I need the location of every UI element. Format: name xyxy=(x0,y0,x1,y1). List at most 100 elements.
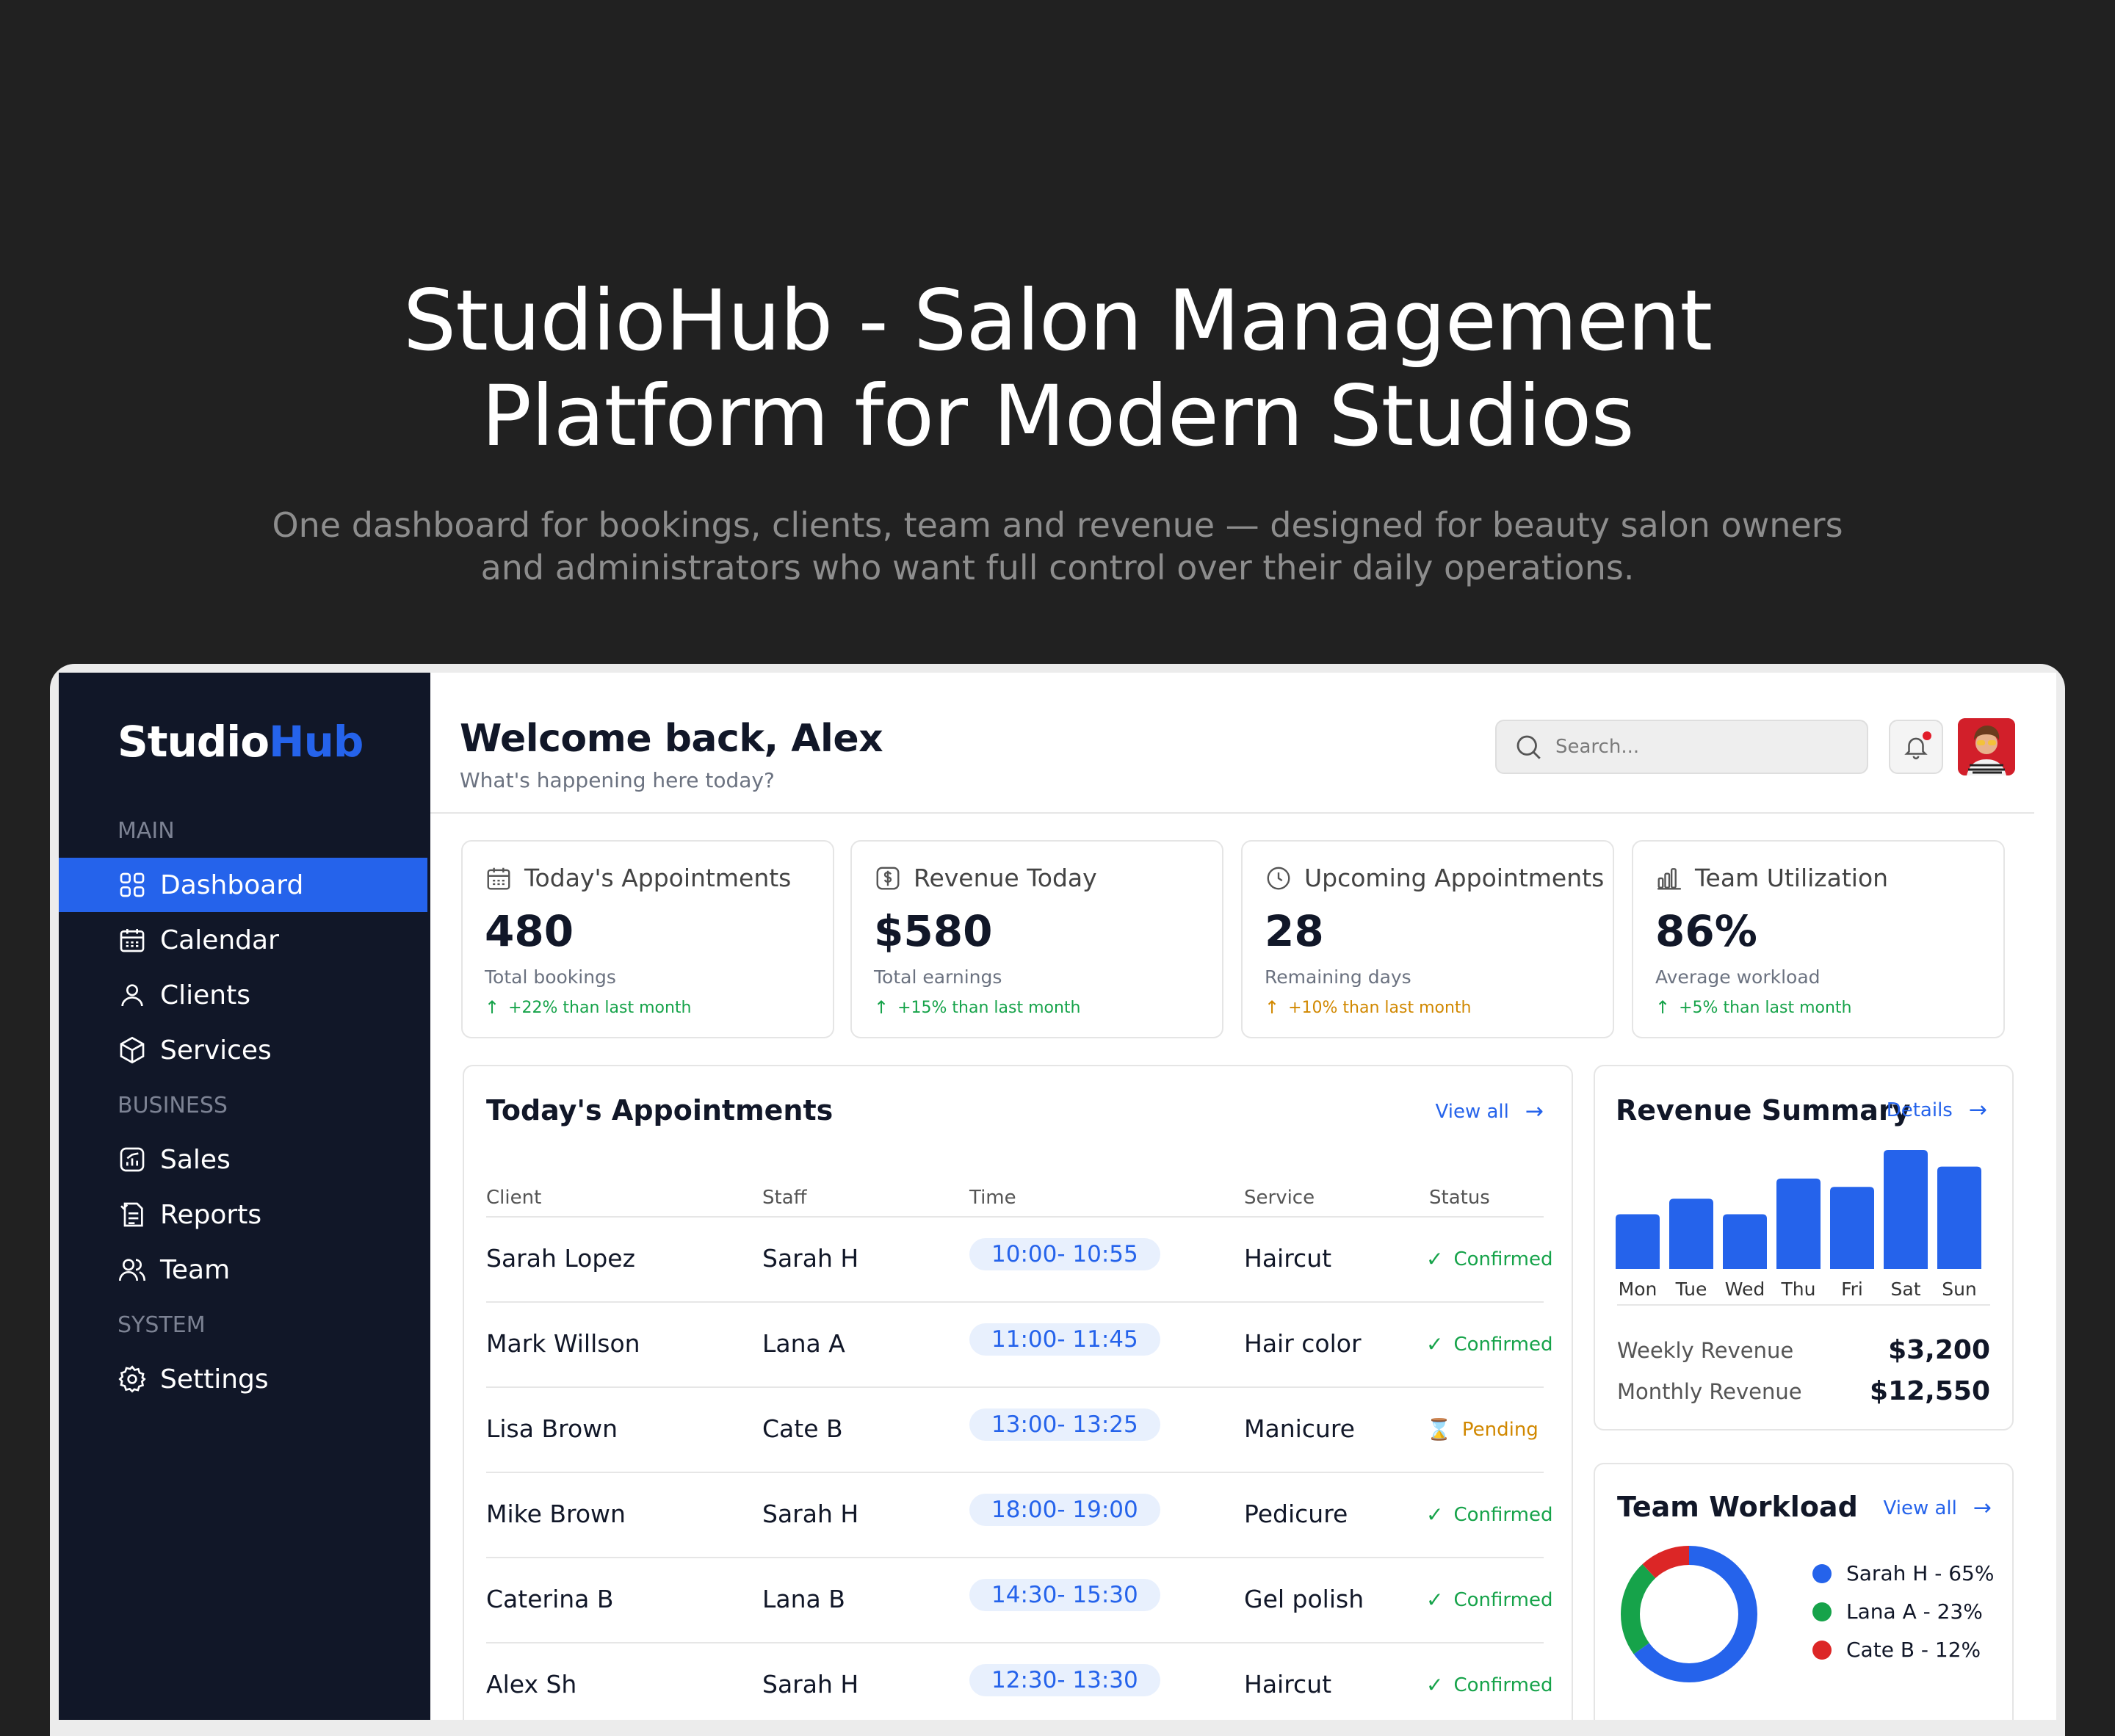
monthly-revenue-row: Monthly Revenue $12,550 xyxy=(1617,1376,1990,1406)
table-row[interactable]: Lisa Brown Cate B 13:00- 13:25 Manicure … xyxy=(486,1386,1544,1473)
hourglass-icon: ⌛ xyxy=(1426,1417,1452,1442)
client-cell: Sarah Lopez xyxy=(486,1244,635,1273)
service-cell: Haircut xyxy=(1244,1244,1332,1273)
stat-label: Remaining days xyxy=(1265,966,1411,988)
stat-value: 28 xyxy=(1265,906,1324,956)
status-badge: ✓ Confirmed xyxy=(1426,1502,1552,1527)
logo-part1: Studio xyxy=(118,717,270,767)
column-header-service: Service xyxy=(1244,1187,1315,1209)
staff-cell: Lana A xyxy=(762,1329,845,1358)
table-row[interactable]: Alex Sh Sarah H 12:30- 13:30 Haircut ✓ Co… xyxy=(486,1642,1552,1720)
bar-thu xyxy=(1776,1178,1821,1269)
legend-label: Lana A - 23% xyxy=(1846,1599,1983,1624)
sidebar-item-label: Clients xyxy=(160,980,250,1010)
arrow-right-icon: → xyxy=(1968,1097,1987,1123)
staff-cell: Cate B xyxy=(762,1414,843,1443)
arrow-up-icon: ↑ xyxy=(874,997,889,1018)
table-row[interactable]: Mike Brown Sarah H 18:00- 19:00 Pedicure… xyxy=(486,1472,1552,1558)
sidebar-item-settings[interactable]: Settings xyxy=(59,1352,427,1406)
stat-value: $580 xyxy=(874,906,993,956)
box-icon xyxy=(118,1035,147,1065)
tick-label-tue: Tue xyxy=(1675,1279,1707,1300)
arrow-right-icon: → xyxy=(1525,1099,1544,1124)
page-title: Welcome back, Alex xyxy=(460,717,883,761)
check-icon: ✓ xyxy=(1426,1673,1444,1697)
sidebar-item-sales[interactable]: Sales xyxy=(59,1132,427,1187)
user-icon xyxy=(118,980,147,1010)
stat-delta-text: +15% than last month xyxy=(897,998,1081,1017)
stat-card-upcoming: Upcoming Appointments 28 Remaining days … xyxy=(1241,840,1614,1038)
column-header-time: Time xyxy=(969,1187,1016,1209)
appointments-title: Today's Appointments xyxy=(486,1094,834,1126)
avatar[interactable] xyxy=(1958,718,2015,775)
legend-label: Cate B - 12% xyxy=(1846,1638,1981,1662)
view-all-label: View all xyxy=(1883,1497,1957,1519)
staff-cell: Lana B xyxy=(762,1585,845,1613)
time-pill: 14:30- 15:30 xyxy=(969,1579,1160,1611)
client-cell: Mark Willson xyxy=(486,1329,640,1358)
legend-item-lana: Lana A - 23% xyxy=(1812,1599,1983,1624)
table-row[interactable]: Caterina B Lana B 14:30- 15:30 Gel polis… xyxy=(486,1557,1552,1643)
stat-delta-text: +10% than last month xyxy=(1288,998,1472,1017)
table-row[interactable]: Mark Willson Lana A 11:00- 11:45 Hair co… xyxy=(486,1301,1552,1388)
monthly-revenue-value: $12,550 xyxy=(1870,1376,1990,1406)
service-cell: Gel polish xyxy=(1244,1585,1364,1613)
logo[interactable]: StudioHub xyxy=(118,717,364,767)
stat-delta: ↑ +22% than last month xyxy=(485,997,692,1018)
sidebar-item-calendar[interactable]: Calendar xyxy=(59,913,427,967)
sidebar-item-dashboard[interactable]: Dashboard xyxy=(59,858,427,912)
calendar-icon xyxy=(118,925,147,955)
client-cell: Lisa Brown xyxy=(486,1414,618,1443)
sidebar-item-label: Sales xyxy=(160,1144,231,1175)
column-header-status: Status xyxy=(1429,1187,1490,1209)
clock-icon xyxy=(1267,867,1290,889)
search-icon xyxy=(1516,735,1541,759)
legend-item-cate: Cate B - 12% xyxy=(1812,1638,1981,1662)
stat-card-revenue: Revenue Today $580 Total earnings ↑ +15% … xyxy=(850,840,1223,1038)
service-cell: Haircut xyxy=(1244,1670,1332,1699)
sidebar: StudioHub MAIN Dashboard Calendar Client… xyxy=(59,673,430,1720)
logo-part2: Hub xyxy=(269,717,364,767)
status-badge: ⌛ Pending xyxy=(1426,1417,1539,1442)
status-text: Confirmed xyxy=(1453,1588,1553,1611)
revenue-details-link[interactable]: Details → xyxy=(1887,1097,1987,1123)
search-input[interactable] xyxy=(1554,735,1836,759)
bar-fri xyxy=(1830,1187,1874,1269)
workload-donut-chart xyxy=(1621,1546,1757,1682)
bar-tue xyxy=(1669,1198,1713,1269)
table-header: Client Staff Time Service Status xyxy=(486,1187,1544,1218)
notification-dot xyxy=(1923,731,1931,740)
staff-cell: Sarah H xyxy=(762,1244,859,1273)
search-box[interactable] xyxy=(1495,720,1868,774)
sidebar-item-team[interactable]: Team xyxy=(59,1243,427,1297)
tick-label-mon: Mon xyxy=(1619,1279,1657,1300)
weekly-revenue-row: Weekly Revenue $3,200 xyxy=(1617,1335,1990,1365)
sidebar-item-clients[interactable]: Clients xyxy=(59,968,427,1022)
stat-value: 86% xyxy=(1655,906,1757,956)
hero-subtitle-line2: and administrators who want full control… xyxy=(480,548,1635,587)
status-text: Confirmed xyxy=(1453,1503,1553,1526)
notifications-button[interactable] xyxy=(1889,720,1943,774)
check-icon: ✓ xyxy=(1426,1588,1444,1612)
hero-title-line1: StudioHub - Salon Management xyxy=(402,272,1713,369)
header-divider xyxy=(430,812,2034,814)
time-pill: 11:00- 11:45 xyxy=(969,1323,1160,1356)
view-all-appointments-link[interactable]: View all → xyxy=(1436,1099,1544,1124)
service-cell: Manicure xyxy=(1244,1414,1355,1443)
bar-mon xyxy=(1616,1214,1660,1269)
stat-title: Today's Appointments xyxy=(524,864,792,892)
stat-label: Total bookings xyxy=(485,966,616,988)
tick-label-wed: Wed xyxy=(1725,1279,1765,1300)
sidebar-item-reports[interactable]: Reports xyxy=(59,1187,427,1242)
bar-wed xyxy=(1723,1214,1767,1269)
details-label: Details xyxy=(1886,1099,1953,1121)
table-row[interactable]: Sarah Lopez Sarah H 10:00- 10:55 Haircut… xyxy=(486,1216,1552,1303)
view-all-workload-link[interactable]: View all → xyxy=(1884,1495,1992,1521)
dollar-icon xyxy=(876,867,900,889)
status-text: Confirmed xyxy=(1453,1674,1553,1696)
stat-delta: ↑ +5% than last month xyxy=(1655,997,1852,1018)
check-icon: ✓ xyxy=(1426,1247,1444,1271)
stat-delta-text: +5% than last month xyxy=(1679,998,1852,1017)
sidebar-item-label: Calendar xyxy=(160,925,279,955)
sidebar-item-services[interactable]: Services xyxy=(59,1023,427,1077)
